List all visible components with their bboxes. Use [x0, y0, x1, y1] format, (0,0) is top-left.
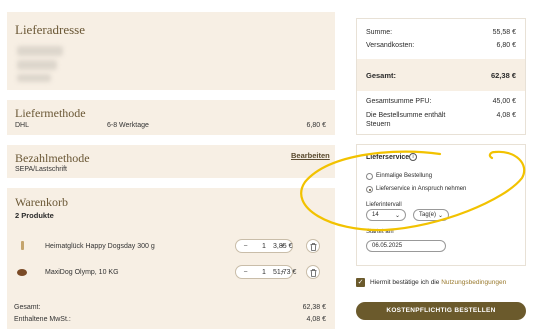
quantity-value[interactable]: 1	[262, 243, 266, 250]
cart-total-label: Gesamt:	[14, 304, 41, 311]
pfu-value: 45,00 €	[492, 98, 516, 105]
delete-item-button[interactable]	[306, 265, 320, 279]
terms-checkbox[interactable]: ✓	[356, 278, 365, 287]
shipping-duration: 6-8 Werktage	[107, 122, 149, 129]
cart-vat-value: 4,08 €	[306, 316, 326, 323]
address-redacted	[17, 60, 57, 70]
tax-label-line2: Steuern	[366, 121, 391, 128]
terms-prefix: Hiermit bestätige ich die	[370, 279, 440, 286]
terms-text: Hiermit bestätige ich die Nutzungsbeding…	[370, 279, 506, 286]
product-thumbnail	[21, 241, 24, 250]
address-redacted	[17, 46, 63, 56]
trash-icon	[310, 268, 317, 277]
cart-total-value: 62,38 €	[302, 304, 326, 311]
shipping-carrier: DHL	[15, 122, 30, 129]
cart-item-price: 51,73 €	[273, 269, 297, 276]
shipping-price: 6,80 €	[306, 122, 326, 129]
address-title: Lieferadresse	[15, 22, 86, 37]
shipping-cost-label: Versandkosten:	[366, 42, 415, 49]
address-redacted	[17, 74, 51, 82]
quantity-value[interactable]: 1	[262, 269, 266, 276]
sum-value: 55,58 €	[492, 29, 516, 36]
sum-label: Summe:	[366, 29, 393, 36]
decrease-button[interactable]: −	[241, 269, 250, 276]
cart-count: 2 Produkte	[15, 211, 54, 220]
cart-vat-label: Enthaltene MwSt.:	[14, 316, 71, 323]
payment-card: Bezahlmethode SEPA/Lastschrift	[7, 145, 335, 178]
address-card: Lieferadresse	[7, 12, 335, 90]
cart-item-name: MaxiDog Olymp, 10 KG	[45, 269, 119, 276]
shipping-title: Liefermethode	[15, 106, 86, 120]
tax-label: Die Bestellsumme enthält	[366, 112, 446, 119]
cart-title: Warenkorb	[15, 195, 69, 209]
trash-icon	[310, 242, 317, 251]
summary-total-label: Gesamt:	[366, 71, 397, 80]
cart-card: Warenkorb 2 Produkte Heimatglück Happy D…	[7, 188, 335, 329]
terms-link[interactable]: Nutzungsbedingungen	[441, 279, 506, 286]
pfu-label: Gesamtsumme PFU:	[366, 98, 432, 105]
order-summary: Summe: 55,58 € Versandkosten: 6,80 € Ges…	[356, 18, 526, 135]
order-button[interactable]: KOSTENPFLICHTIG BESTELLEN	[356, 302, 526, 320]
order-button-label: KOSTENPFLICHTIG BESTELLEN	[386, 307, 496, 314]
cart-item-price: 3,85 €	[273, 243, 293, 250]
start-date-value: 06.05.2025	[372, 243, 403, 249]
total-band: Gesamt: 62,38 €	[357, 59, 525, 91]
shipping-card: Liefermethode DHL 6-8 Werktage 6,80 €	[7, 100, 335, 135]
summary-total-value: 62,38 €	[490, 71, 516, 80]
decrease-button[interactable]: −	[241, 243, 250, 250]
tax-value: 4,08 €	[496, 112, 516, 119]
payment-method: SEPA/Lastschrift	[15, 166, 68, 173]
shipping-cost-value: 6,80 €	[496, 42, 516, 49]
cart-item-name: Heimatglück Happy Dogsday 300 g	[45, 243, 155, 250]
highlight-circle	[300, 150, 526, 232]
product-thumbnail	[17, 269, 27, 276]
payment-title: Bezahlmethode	[15, 151, 90, 165]
